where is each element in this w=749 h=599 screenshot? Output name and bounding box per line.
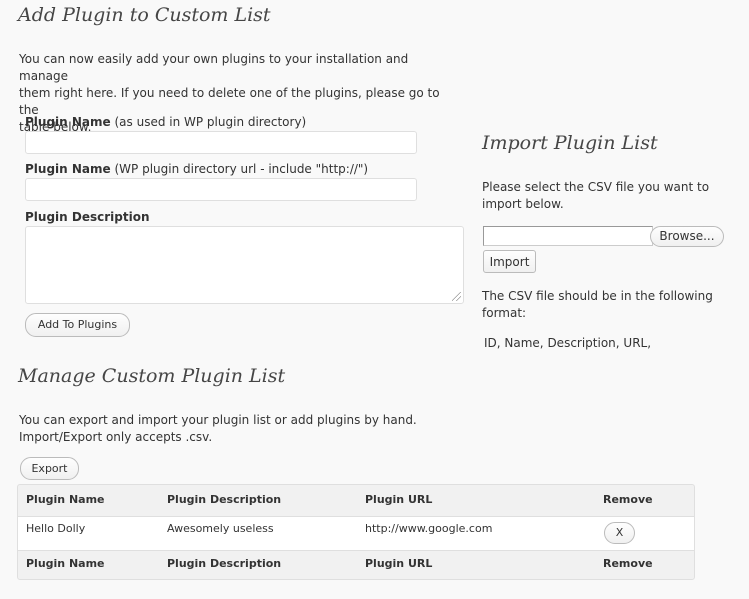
cell-plugin-name: Hello Dolly <box>26 522 86 535</box>
table-row: Hello Dolly Awesomely useless http://www… <box>18 516 694 551</box>
manage-intro-line-1: You can export and import your plugin li… <box>19 413 417 427</box>
export-button[interactable]: Export <box>20 457 79 480</box>
plugin-description-label: Plugin Description <box>25 210 150 224</box>
plugin-url-label-strong: Plugin Name <box>25 162 111 176</box>
plugin-name-label-strong: Plugin Name <box>25 115 111 129</box>
format-line-2: format: <box>482 306 527 320</box>
footer-plugin-url: Plugin URL <box>365 557 433 570</box>
footer-plugin-description: Plugin Description <box>167 557 282 570</box>
remove-button[interactable]: X <box>604 522 635 544</box>
plugin-name-hint: (as used in WP plugin directory) <box>110 115 307 129</box>
manage-plugin-title: Manage Custom Plugin List <box>18 365 286 387</box>
add-to-plugins-button[interactable]: Add To Plugins <box>25 313 130 337</box>
import-intro: Please select the CSV file you want to i… <box>482 179 732 213</box>
manage-intro: You can export and import your plugin li… <box>19 412 459 446</box>
csv-file-input[interactable] <box>483 226 653 246</box>
plugin-description-textarea[interactable] <box>25 226 464 304</box>
csv-format-note: The CSV file should be in the following … <box>482 288 732 322</box>
plugin-table: Plugin Name Plugin Description Plugin UR… <box>17 484 695 580</box>
add-intro-line-2: them right here. If you need to delete o… <box>19 86 440 117</box>
header-remove: Remove <box>603 493 653 506</box>
header-plugin-name: Plugin Name <box>26 493 105 506</box>
plugin-url-hint: (WP plugin directory url - include "http… <box>110 162 369 176</box>
add-plugin-title: Add Plugin to Custom List <box>18 4 271 26</box>
plugin-description-label-strong: Plugin Description <box>25 210 150 224</box>
plugin-url-label: Plugin Name (WP plugin directory url - i… <box>25 162 368 176</box>
format-line-1: The CSV file should be in the following <box>482 289 713 303</box>
footer-remove: Remove <box>603 557 653 570</box>
plugin-name-input[interactable] <box>25 131 417 154</box>
header-plugin-description: Plugin Description <box>167 493 282 506</box>
resize-handle-icon[interactable] <box>452 292 461 301</box>
browse-button[interactable]: Browse... <box>650 226 724 247</box>
import-button[interactable]: Import <box>483 250 536 273</box>
add-intro-line-1: You can now easily add your own plugins … <box>19 52 409 83</box>
cell-plugin-description: Awesomely useless <box>167 522 274 535</box>
import-intro-line-2: import below. <box>482 197 564 211</box>
plugin-name-label: Plugin Name (as used in WP plugin direct… <box>25 115 306 129</box>
import-intro-line-1: Please select the CSV file you want to <box>482 180 710 194</box>
header-plugin-url: Plugin URL <box>365 493 433 506</box>
manage-intro-line-2: Import/Export only accepts .csv. <box>19 430 213 444</box>
import-plugin-title: Import Plugin List <box>482 132 658 154</box>
footer-plugin-name: Plugin Name <box>26 557 105 570</box>
cell-plugin-url: http://www.google.com <box>365 522 493 535</box>
plugin-url-input[interactable] <box>25 178 417 201</box>
csv-format-value: ID, Name, Description, URL, <box>484 336 652 350</box>
